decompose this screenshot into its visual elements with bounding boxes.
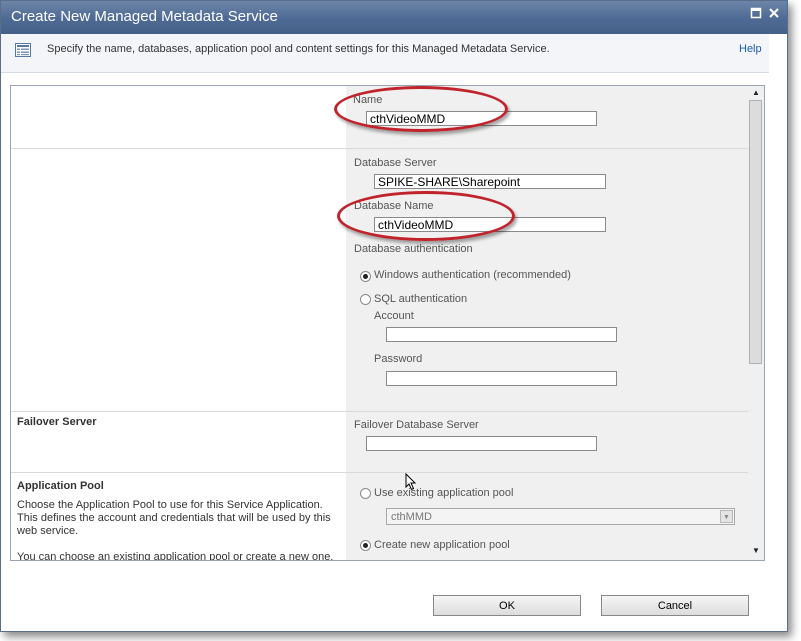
description-bar: Specify the name, databases, application… [1, 34, 769, 73]
create-new-pool-label[interactable]: Create new application pool [374, 539, 510, 551]
chevron-down-icon[interactable]: ▼ [720, 510, 733, 523]
password-input[interactable] [386, 371, 617, 386]
scroll-up-icon[interactable]: ▲ [750, 87, 762, 99]
database-server-input[interactable]: SPIKE-SHARE\Sharepoint [374, 174, 606, 189]
mouse-pointer-icon [405, 472, 417, 491]
create-new-pool-radio[interactable] [360, 540, 371, 551]
use-existing-pool-label[interactable]: Use existing application pool [374, 487, 513, 499]
annotation-oval-database-name [337, 191, 515, 241]
dialog-window: Create New Managed Metadata Service Spec… [0, 0, 788, 632]
section-divider [11, 472, 748, 473]
document-list-icon [15, 43, 31, 57]
account-input[interactable] [386, 327, 617, 342]
title-bar[interactable]: Create New Managed Metadata Service [1, 1, 787, 34]
existing-pool-select[interactable]: cthMMD ▼ [386, 508, 735, 525]
ok-button[interactable]: OK [433, 595, 581, 616]
section-divider [11, 411, 748, 412]
windows-auth-radio[interactable] [360, 271, 371, 282]
window-edge [769, 34, 787, 631]
database-server-label: Database Server [354, 157, 437, 169]
maximize-icon[interactable] [749, 7, 763, 21]
section-divider [11, 148, 748, 149]
account-label: Account [374, 310, 414, 322]
app-pool-description: Choose the Application Pool to use for t… [17, 499, 331, 537]
failover-server-input[interactable] [366, 436, 597, 451]
dialog-title: Create New Managed Metadata Service [11, 8, 278, 25]
sql-auth-radio[interactable] [360, 294, 371, 305]
scroll-down-icon[interactable]: ▼ [750, 545, 762, 557]
form-scroll-area: Name cthVideoMMD Database Server SPIKE-S… [10, 85, 765, 561]
use-existing-pool-radio[interactable] [360, 488, 371, 499]
vertical-scrollbar[interactable]: ▲ ▼ [748, 86, 764, 560]
close-icon[interactable] [767, 7, 781, 21]
failover-section-title: Failover Server [17, 416, 97, 428]
annotation-oval-name [334, 86, 508, 132]
windows-auth-label[interactable]: Windows authentication (recommended) [374, 269, 571, 281]
failover-server-label: Failover Database Server [354, 419, 479, 431]
database-auth-label: Database authentication [354, 243, 473, 255]
help-link[interactable]: Help [739, 43, 762, 55]
cancel-button[interactable]: Cancel [601, 595, 749, 616]
app-pool-section-title: Application Pool [17, 480, 104, 492]
password-label: Password [374, 353, 423, 365]
app-pool-description-more: You can choose an existing application p… [17, 551, 334, 561]
sql-auth-label[interactable]: SQL authentication [374, 293, 467, 305]
dialog-description: Specify the name, databases, application… [47, 43, 550, 55]
existing-pool-value: cthMMD [391, 511, 432, 523]
scrollbar-thumb[interactable] [749, 100, 762, 364]
